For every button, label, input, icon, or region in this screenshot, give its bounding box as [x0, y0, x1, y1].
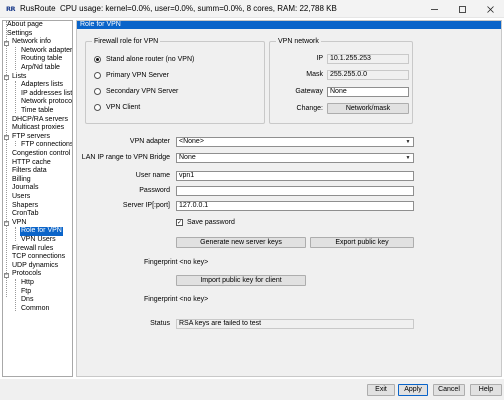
- collapse-icon[interactable]: −: [4, 135, 9, 141]
- close-icon[interactable]: [476, 0, 504, 18]
- tree-item-settings[interactable]: Settings: [7, 30, 32, 39]
- change-label: Change:: [296, 105, 323, 112]
- cancel-button[interactable]: Cancel: [433, 384, 465, 396]
- tree-item-ip-addresses-lists[interactable]: IP addresses lists: [21, 90, 72, 99]
- tree-item-tcp-connections[interactable]: TCP connections: [12, 253, 65, 262]
- vpn-adapter-label: VPN adapter: [129, 138, 170, 145]
- import-public-key-button[interactable]: Import public key for client: [176, 275, 306, 286]
- user-name-field[interactable]: vpn1: [176, 171, 414, 181]
- chevron-down-icon: ▼: [405, 139, 411, 145]
- vpn-adapter-select[interactable]: <None> ▼: [176, 137, 414, 147]
- tree-item-about-page[interactable]: About page: [7, 21, 43, 30]
- tree-item-routing-table[interactable]: Routing table: [21, 55, 62, 64]
- vpn-network-group: VPN network IP 10.1.255.253 Mask 255.255…: [269, 38, 413, 124]
- maximize-icon[interactable]: [448, 0, 476, 18]
- tree-item-ftp-connections[interactable]: FTP connections: [21, 141, 72, 150]
- radio-vpn-client[interactable]: VPN Client: [94, 104, 140, 111]
- mask-field: 255.255.0.0: [327, 70, 409, 80]
- checkmark-icon: ✓: [176, 218, 183, 226]
- user-name-label: User name: [135, 172, 170, 179]
- tree-item-billing[interactable]: Billing: [12, 176, 31, 185]
- tree-item-adapters-lists[interactable]: Adapters lists: [21, 81, 63, 90]
- firewall-role-group-title: Firewall role for VPN: [92, 38, 161, 46]
- tree-item-vpn-users[interactable]: VPN Users: [21, 236, 56, 245]
- navigation-tree[interactable]: About page Settings − Network info Netwo…: [2, 20, 73, 377]
- status-field: RSA keys are failed to test: [176, 319, 414, 329]
- tree-item-arp-nd-table[interactable]: Arp/Nd table: [21, 64, 60, 73]
- tree-item-protocols[interactable]: Protocols: [12, 270, 41, 279]
- tree-item-journals[interactable]: Journals: [12, 184, 38, 193]
- firewall-role-group: Firewall role for VPN Stand alone router…: [85, 38, 265, 124]
- mask-label: Mask: [306, 71, 323, 78]
- ip-label: IP: [316, 55, 323, 62]
- tree-item-congestion-control[interactable]: Congestion control: [12, 150, 70, 159]
- tree-item-network-adapters[interactable]: Network adapters: [21, 47, 72, 56]
- radio-secondary-vpn-server[interactable]: Secondary VPN Server: [94, 88, 178, 95]
- window-title: RusRoute CPU usage: kernel=0.0%, user=0.…: [20, 4, 337, 13]
- tree-item-crontab[interactable]: CronTab: [12, 210, 38, 219]
- generate-server-keys-button[interactable]: Generate new server keys: [176, 237, 306, 248]
- status-line: CPU usage: kernel=0.0%, user=0.0%, summ=…: [60, 4, 337, 13]
- password-label: Password: [139, 187, 170, 194]
- save-password-checkbox[interactable]: ✓ Save password: [176, 219, 235, 226]
- tree-item-ftp-servers[interactable]: FTP servers: [12, 133, 50, 142]
- fingerprint-value-client: <no key>: [179, 296, 209, 303]
- network-mask-button[interactable]: Network/mask: [327, 103, 409, 114]
- password-field[interactable]: [176, 186, 414, 196]
- tree-item-dns[interactable]: Dns: [21, 296, 33, 305]
- tree-item-time-table[interactable]: Time table: [21, 107, 53, 116]
- tree-item-shapers[interactable]: Shapers: [12, 202, 38, 211]
- radio-checked-icon: [94, 56, 101, 63]
- tree-item-ftp[interactable]: Ftp: [21, 288, 31, 297]
- tree-item-firewall-rules[interactable]: Firewall rules: [12, 245, 53, 254]
- gateway-field[interactable]: None: [327, 87, 409, 97]
- server-ip-field[interactable]: 127.0.0.1: [176, 201, 414, 211]
- title-bar: RR RusRoute CPU usage: kernel=0.0%, user…: [0, 0, 504, 18]
- tree-item-lists[interactable]: Lists: [12, 73, 26, 82]
- vpn-network-group-title: VPN network: [276, 38, 321, 46]
- collapse-icon[interactable]: −: [4, 75, 9, 80]
- fingerprint-label-client: Fingerprint <no key>: [144, 296, 209, 303]
- radio-unchecked-icon: [94, 104, 101, 111]
- radio-unchecked-icon: [94, 72, 101, 79]
- radio-primary-vpn-server[interactable]: Primary VPN Server: [94, 72, 169, 79]
- role-for-vpn-panel: Role for VPN Firewall role for VPN Stand…: [76, 20, 502, 377]
- gateway-label: Gateway: [295, 88, 323, 95]
- tree-item-users[interactable]: Users: [12, 193, 30, 202]
- collapse-icon[interactable]: −: [4, 272, 9, 278]
- tree-item-http-cache[interactable]: HTTP cache: [12, 159, 51, 168]
- tree-item-http[interactable]: Http: [21, 279, 34, 288]
- fingerprint-value: <no key>: [179, 259, 209, 266]
- lan-range-select[interactable]: None ▼: [176, 153, 414, 163]
- export-public-key-button[interactable]: Export public key: [310, 237, 414, 248]
- fingerprint-label: Fingerprint <no key>: [144, 259, 209, 266]
- app-logo-icon: RR: [5, 4, 16, 13]
- minimize-icon[interactable]: [420, 0, 448, 18]
- exit-button[interactable]: Exit: [367, 384, 395, 396]
- ip-field: 10.1.255.253: [327, 54, 409, 64]
- status-label: Status: [150, 320, 170, 327]
- lan-range-label: LAN IP range to VPN Bridge: [81, 154, 170, 161]
- bottom-button-bar: Exit Apply Cancel Help: [0, 379, 504, 400]
- collapse-icon[interactable]: −: [4, 40, 9, 46]
- tree-item-filters-data[interactable]: Filters data: [12, 167, 47, 176]
- tree-item-role-for-vpn[interactable]: Role for VPN: [20, 227, 63, 236]
- apply-button[interactable]: Apply: [398, 384, 428, 396]
- tree-item-dhcp-ra-servers[interactable]: DHCP/RA servers: [12, 116, 68, 125]
- server-ip-label: Server IP[:port]: [122, 202, 170, 209]
- tree-item-common[interactable]: Common: [21, 305, 49, 314]
- panel-header: Role for VPN: [77, 21, 501, 29]
- radio-unchecked-icon: [94, 88, 101, 95]
- tree-item-udp-dynamics[interactable]: UDP dynamics: [12, 262, 58, 271]
- help-button[interactable]: Help: [470, 384, 502, 396]
- tree-item-network-info[interactable]: Network info: [12, 38, 51, 47]
- radio-standalone-router[interactable]: Stand alone router (no VPN): [94, 56, 194, 63]
- chevron-down-icon: ▼: [405, 155, 411, 161]
- tree-item-multicast-proxies[interactable]: Multicast proxies: [12, 124, 64, 133]
- collapse-icon[interactable]: −: [4, 221, 9, 227]
- tree-item-network-protocols[interactable]: Network protocols: [21, 98, 72, 107]
